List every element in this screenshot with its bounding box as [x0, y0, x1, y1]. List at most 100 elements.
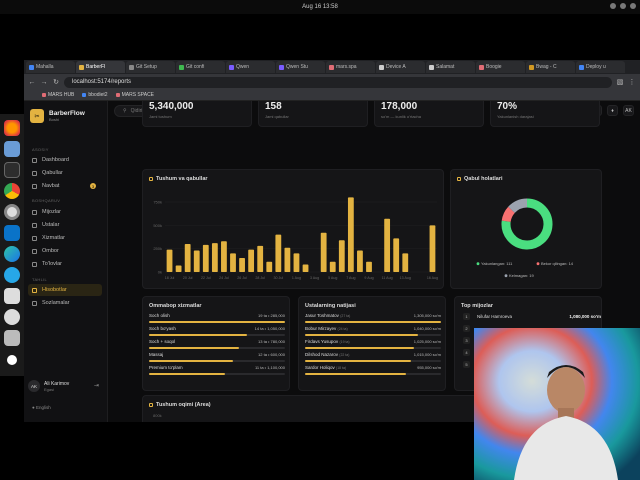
sidebar-item[interactable]: To'lovlar: [28, 258, 102, 270]
revenue-bar[interactable]: [193, 250, 200, 272]
x-tick-label: 9 Aug: [364, 276, 373, 280]
browser-tab[interactable]: BarberFl: [76, 61, 125, 73]
apps-grid-icon[interactable]: [7, 355, 17, 365]
bookmark-item[interactable]: MARS HUB: [42, 92, 74, 98]
legend-label: Yakunlangan: 111: [481, 261, 513, 266]
legend-dot: [476, 262, 480, 266]
stat-label: Jami tushum: [149, 114, 172, 119]
back-icon[interactable]: ←: [28, 79, 36, 86]
files-icon[interactable]: [4, 141, 20, 157]
revenue-bar[interactable]: [320, 232, 327, 272]
revenue-bar[interactable]: [347, 197, 354, 272]
bookmark-item[interactable]: bbodiet2: [82, 92, 108, 98]
settings-icon[interactable]: [4, 204, 20, 220]
donut-slice[interactable]: [501, 206, 516, 223]
url-bar[interactable]: localhost:5174/reports: [64, 76, 612, 88]
revenue-bar[interactable]: [230, 253, 236, 272]
sidebar-item[interactable]: Mijozlar: [28, 206, 102, 218]
revenue-bar[interactable]: [221, 241, 227, 272]
bell-icon[interactable]: ♦: [607, 105, 618, 116]
menu-icon[interactable]: ⋮: [628, 78, 636, 86]
donut-slice[interactable]: [508, 198, 528, 214]
revenue-bar[interactable]: [429, 225, 436, 272]
system-clock[interactable]: Aug 16 13:58: [302, 4, 338, 10]
system-tray[interactable]: [610, 3, 636, 9]
tab-label: Bwag - C: [536, 64, 557, 70]
topbar-avatar[interactable]: AK: [623, 105, 634, 116]
software-icon[interactable]: [4, 288, 20, 304]
trash-icon[interactable]: [4, 330, 20, 346]
reload-icon[interactable]: ↻: [52, 78, 60, 86]
revenue-bar[interactable]: [338, 240, 345, 272]
revenue-bar[interactable]: [202, 244, 209, 272]
revenue-bar[interactable]: [357, 250, 363, 272]
brand[interactable]: ✂ BarberFlow Boshi: [30, 109, 85, 123]
vscode-icon[interactable]: [4, 225, 20, 241]
sidebar-item[interactable]: Qabullar: [28, 167, 102, 179]
progress-fill: [149, 360, 234, 362]
item-name: Soch olish: [149, 313, 170, 318]
user-card[interactable]: AK Ali Karimov Egasi: [28, 380, 69, 392]
sidebar-item[interactable]: Ombor: [28, 245, 102, 257]
sidebar-item[interactable]: Dashboard: [28, 154, 102, 166]
logout-icon[interactable]: ⇥: [94, 382, 99, 389]
firefox-icon[interactable]: [4, 120, 20, 136]
item-value: 14 ta • 1,050,000: [254, 326, 285, 331]
browser-tab[interactable]: mars.spa: [326, 61, 375, 73]
browser-tab[interactable]: Git confi: [176, 61, 225, 73]
browser-tab[interactable]: Device A: [376, 61, 425, 73]
steam-icon[interactable]: [4, 309, 20, 325]
sidebar-item[interactable]: Ustalar: [28, 219, 102, 231]
revenue-bar[interactable]: [302, 264, 309, 272]
sidebar: ✂ BarberFlow Boshi ASOSIY BOSHQARUV TAHL…: [24, 101, 108, 422]
browser-tab[interactable]: Git Setup: [126, 61, 175, 73]
revenue-bar[interactable]: [275, 234, 282, 272]
tab-label: Qwen: [236, 64, 250, 70]
revenue-bar[interactable]: [384, 218, 391, 272]
revenue-bar[interactable]: [402, 253, 409, 272]
terminal-icon[interactable]: [4, 162, 20, 178]
revenue-bar[interactable]: [175, 265, 182, 272]
telegram-icon[interactable]: [4, 267, 20, 283]
sidebar-item[interactable]: Xizmatlar: [28, 232, 102, 244]
sidebar-item[interactable]: Navbat 3: [28, 180, 102, 192]
extensions-icon[interactable]: ▧: [616, 78, 624, 86]
tab-label: Mahalla: [36, 64, 54, 70]
chrome-icon[interactable]: [4, 183, 20, 199]
item-name: Soch bo'yash: [149, 326, 176, 331]
sidebar-item-icon: [32, 248, 37, 254]
revenue-bar[interactable]: [248, 249, 255, 272]
browser-tab[interactable]: Bwag - C: [526, 61, 575, 73]
browser-tab[interactable]: Deploy u: [576, 61, 625, 73]
revenue-bar[interactable]: [284, 247, 291, 272]
browser-tab[interactable]: Mahalla: [26, 61, 75, 73]
system-top-bar: Aug 16 13:58: [0, 0, 640, 14]
revenue-bar[interactable]: [257, 245, 264, 272]
browser-tab[interactable]: Salamat: [426, 61, 475, 73]
revenue-bar[interactable]: [293, 253, 300, 272]
tab-favicon-icon: [129, 64, 134, 70]
tab-label: Salamat: [436, 64, 455, 70]
sidebar-item-label: Ombor: [42, 248, 59, 254]
revenue-bar[interactable]: [239, 258, 245, 272]
language-switch[interactable]: ● English: [32, 405, 51, 410]
tab-favicon-icon: [429, 64, 434, 70]
revenue-bar[interactable]: [166, 249, 173, 272]
revenue-bar[interactable]: [393, 238, 400, 272]
bookmark-item[interactable]: MARS SPACE: [115, 92, 154, 98]
sidebar-item[interactable]: Hisobotlar: [28, 284, 102, 296]
revenue-bar[interactable]: [366, 261, 372, 272]
browser-tab[interactable]: Boogie: [476, 61, 525, 73]
browser-tab[interactable]: Qwen: [226, 61, 275, 73]
browser-tab[interactable]: Qwen Stu: [276, 61, 325, 73]
edge-icon[interactable]: [4, 246, 20, 262]
top-client-row[interactable]: 1 Nilufar Hamroeva 1,080,000 so'm: [461, 313, 601, 323]
revenue-bar[interactable]: [266, 261, 273, 272]
revenue-bar[interactable]: [184, 244, 191, 272]
sidebar-item[interactable]: Sozlamalar: [28, 297, 102, 309]
bookmark-icon: [42, 93, 46, 97]
revenue-bar[interactable]: [211, 243, 218, 272]
stat-label: Yakunlanish darajasi: [497, 114, 534, 119]
revenue-bar[interactable]: [329, 261, 336, 272]
forward-icon[interactable]: →: [40, 79, 48, 86]
